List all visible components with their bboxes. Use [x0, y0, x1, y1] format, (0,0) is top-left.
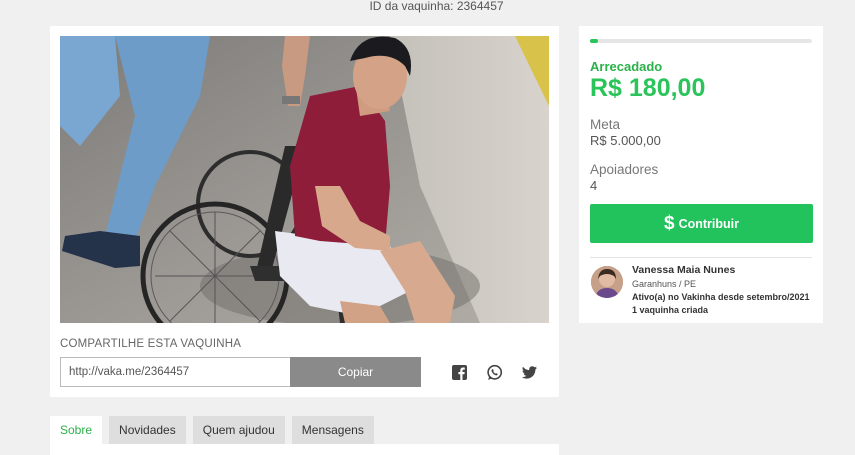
tab-sobre[interactable]: Sobre: [50, 416, 103, 444]
contribute-button[interactable]: $ Contribuir: [590, 204, 813, 243]
campaign-tabs: Sobre Novidades Quem ajudou Mensagens: [50, 416, 381, 444]
campaign-main-card: COMPARTILHE ESTA VAQUINHA Copiar: [50, 26, 559, 397]
progress-bar: [590, 39, 812, 43]
share-link-input[interactable]: [60, 357, 290, 387]
goal-label: Meta: [590, 117, 621, 132]
supporters-label: Apoiadores: [590, 162, 659, 177]
whatsapp-icon[interactable]: [486, 364, 503, 381]
facebook-icon[interactable]: [451, 364, 468, 381]
tab-novidades[interactable]: Novidades: [109, 416, 186, 444]
vaquinha-id: ID da vaquinha: 2364457: [369, 0, 504, 13]
raised-amount: R$ 180,00: [590, 74, 706, 102]
campaign-photo: [60, 36, 549, 323]
divider: [590, 257, 812, 258]
avatar[interactable]: [591, 266, 623, 298]
owner-active-since: Ativo(a) no Vakinha desde setembro/2021: [632, 292, 810, 302]
owner-campaign-count: 1 vaquinha criada: [632, 305, 709, 315]
supporters-count: 4: [590, 178, 598, 193]
owner-location: Garanhuns / PE: [632, 279, 697, 289]
tab-content-panel: [50, 444, 559, 455]
share-row: Copiar: [60, 357, 421, 387]
donation-summary-card: Arrecadado R$ 180,00 Meta R$ 5.000,00 Ap…: [579, 26, 823, 323]
share-title: COMPARTILHE ESTA VAQUINHA: [60, 338, 242, 350]
tab-quem-ajudou[interactable]: Quem ajudou: [192, 416, 285, 444]
raised-label: Arrecadado: [590, 59, 663, 74]
goal-amount: R$ 5.000,00: [590, 133, 661, 148]
contribute-label: Contribuir: [678, 216, 739, 231]
tab-mensagens[interactable]: Mensagens: [291, 416, 374, 444]
progress-bar-fill: [590, 39, 598, 43]
owner-name[interactable]: Vanessa Maia Nunes: [632, 264, 735, 276]
dollar-icon: $: [664, 213, 675, 234]
twitter-icon[interactable]: [521, 364, 538, 381]
copy-button[interactable]: Copiar: [290, 357, 421, 387]
